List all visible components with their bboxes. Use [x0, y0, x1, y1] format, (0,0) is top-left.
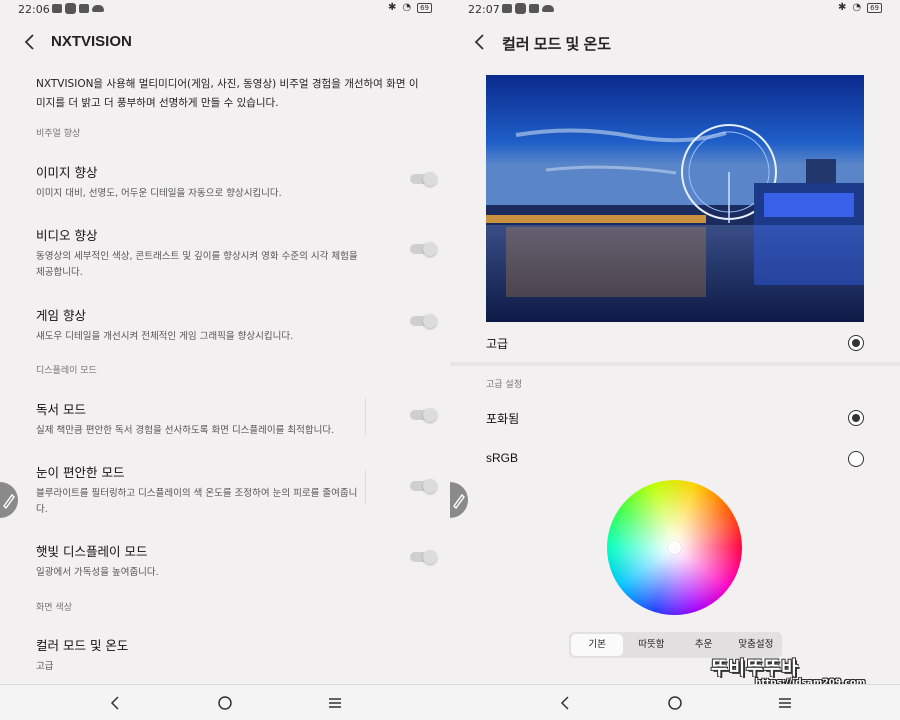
nav-back-icon[interactable]: [557, 694, 575, 712]
section-header-display: 디스플레이 모드: [36, 366, 97, 376]
preset-default[interactable]: 기본: [571, 634, 624, 656]
nav-recents-icon[interactable]: [326, 694, 344, 712]
setting-title: 컬러 모드 및 온도: [36, 638, 129, 653]
setting-sunlight-display[interactable]: 햇빛 디스플레이 모드 일광에서 가독성을 높여줍니다.: [36, 541, 416, 581]
mode-advanced-row[interactable]: 고급: [486, 331, 864, 355]
battery-icon: 69: [867, 2, 882, 13]
nav-home-icon[interactable]: [666, 694, 684, 712]
option-srgb-row[interactable]: sRGB: [486, 447, 864, 471]
status-time: 22:07: [468, 3, 500, 16]
preset-warm[interactable]: 따뜻함: [625, 632, 677, 658]
setting-title: 햇빛 디스플레이 모드: [36, 544, 148, 559]
setting-video-enhance[interactable]: 비디오 향상 동영상의 세부적인 색상, 콘트래스트 및 깊이를 향상시켜 영화…: [36, 225, 416, 281]
battery-icon: 69: [417, 2, 432, 13]
pencil-icon: [453, 493, 465, 509]
back-arrow-icon[interactable]: [468, 30, 492, 54]
youtube-icon: [52, 4, 62, 13]
mode-label: 고급: [486, 337, 509, 351]
app-notification-icon: [65, 3, 76, 14]
sunlight-display-toggle[interactable]: [410, 550, 437, 564]
divider: [365, 398, 366, 436]
reading-mode-toggle[interactable]: [410, 408, 437, 422]
color-mode-screen: 22:07 ✱ ◔ 69 컬러 모드 및 온도 고급 고급 설정 포화됨 sRG…: [450, 0, 900, 720]
color-preview-image: [486, 75, 864, 322]
setting-title: 독서 모드: [36, 402, 86, 417]
app-notification-icon: [515, 3, 526, 14]
section-header-color: 화면 색상: [36, 603, 72, 613]
page-title: NXTVISION: [51, 33, 132, 50]
cloud-icon: [542, 5, 554, 12]
app-header: 컬러 모드 및 온도: [450, 28, 900, 58]
section-header-visual: 비주얼 향상: [36, 129, 81, 139]
setting-subtitle: 일광에서 가독성을 높여줍니다.: [36, 567, 159, 578]
option-label: sRGB: [486, 451, 519, 465]
divider: [365, 470, 366, 504]
nav-back-icon[interactable]: [107, 694, 125, 712]
setting-title: 눈이 편안한 모드: [36, 465, 125, 480]
nxtvision-settings-screen: 22:06 ✱ ◔ 69 NXTVISION NXTVISION을 사용해 멀티…: [0, 0, 450, 720]
setting-reading-mode[interactable]: 독서 모드 실제 책만큼 편안한 독서 경험을 선사하도록 화면 디스플레이를 …: [36, 399, 416, 439]
video-enhance-toggle[interactable]: [410, 242, 437, 256]
bluetooth-icon: ✱: [387, 2, 397, 13]
setting-title: 비디오 향상: [36, 228, 98, 243]
edit-tab[interactable]: [0, 482, 18, 518]
navigation-bar: [0, 684, 900, 720]
youtube-icon: [79, 4, 89, 13]
section-separator: [450, 362, 900, 366]
game-enhance-toggle[interactable]: [410, 314, 437, 328]
section-header-advanced: 고급 설정: [486, 380, 522, 390]
page-title: 컬러 모드 및 온도: [502, 36, 612, 53]
pencil-icon: [3, 493, 15, 509]
setting-subtitle: 동영상의 세부적인 색상, 콘트래스트 및 깊이를 향상시켜 영화 수준의 시각…: [36, 251, 358, 278]
notification-icons: [52, 3, 104, 14]
status-time: 22:06: [18, 3, 50, 16]
eye-comfort-toggle[interactable]: [410, 479, 437, 493]
option-label: 포화됨: [486, 412, 520, 426]
setting-color-mode[interactable]: 컬러 모드 및 온도 고급: [36, 635, 416, 675]
option-saturated-row[interactable]: 포화됨: [486, 406, 864, 430]
setting-title: 이미지 향상: [36, 165, 98, 180]
setting-subtitle: 섀도우 디테일을 개선시켜 전체적인 게임 그래픽을 향상시킵니다.: [36, 331, 294, 342]
mode-advanced-radio[interactable]: [848, 335, 864, 351]
wifi-icon: ◔: [852, 2, 862, 13]
youtube-icon: [529, 4, 539, 13]
setting-subtitle: 실제 책만큼 편안한 독서 경험을 선사하도록 화면 디스플레이를 최적합니다.: [36, 425, 335, 436]
status-bar: 22:06 ✱ ◔ 69: [0, 0, 450, 20]
status-bar: 22:07 ✱ ◔ 69: [450, 0, 900, 20]
setting-image-enhance[interactable]: 이미지 향상 이미지 대비, 선명도, 어두운 디테일을 자동으로 향상시킵니다…: [36, 162, 416, 202]
option-srgb-radio[interactable]: [848, 451, 864, 467]
youtube-icon: [502, 4, 512, 13]
bluetooth-icon: ✱: [837, 2, 847, 13]
option-saturated-radio[interactable]: [848, 410, 864, 426]
setting-value: 고급: [36, 661, 54, 672]
system-icons: ✱ ◔ 69: [388, 2, 432, 13]
back-arrow-icon[interactable]: [18, 30, 42, 54]
notification-icons: [502, 3, 554, 14]
app-header: NXTVISION: [0, 28, 450, 58]
wheel-picker-handle[interactable]: [668, 541, 681, 554]
nav-home-icon[interactable]: [216, 694, 234, 712]
system-icons: ✱ ◔ 69: [838, 2, 882, 13]
setting-eye-comfort[interactable]: 눈이 편안한 모드 블루라이트를 필터링하고 디스플레이의 색 온도를 조정하여…: [36, 462, 416, 518]
cloud-icon: [92, 5, 104, 12]
page-description: NXTVISION을 사용해 멀티미디어(게임, 사진, 동영상) 비주얼 경험…: [36, 78, 419, 109]
watermark-text: 뚜비뚜뚜바: [711, 658, 799, 679]
edit-tab[interactable]: [450, 482, 468, 518]
image-enhance-toggle[interactable]: [410, 172, 437, 186]
setting-title: 게임 향상: [36, 308, 86, 323]
setting-game-enhance[interactable]: 게임 향상 섀도우 디테일을 개선시켜 전체적인 게임 그래픽을 향상시킵니다.: [36, 305, 416, 345]
wifi-icon: ◔: [402, 2, 412, 13]
nav-recents-icon[interactable]: [776, 694, 794, 712]
setting-subtitle: 블루라이트를 필터링하고 디스플레이의 색 온도를 조정하여 눈의 피로를 줄여…: [36, 488, 358, 515]
setting-subtitle: 이미지 대비, 선명도, 어두운 디테일을 자동으로 향상시킵니다.: [36, 188, 282, 199]
